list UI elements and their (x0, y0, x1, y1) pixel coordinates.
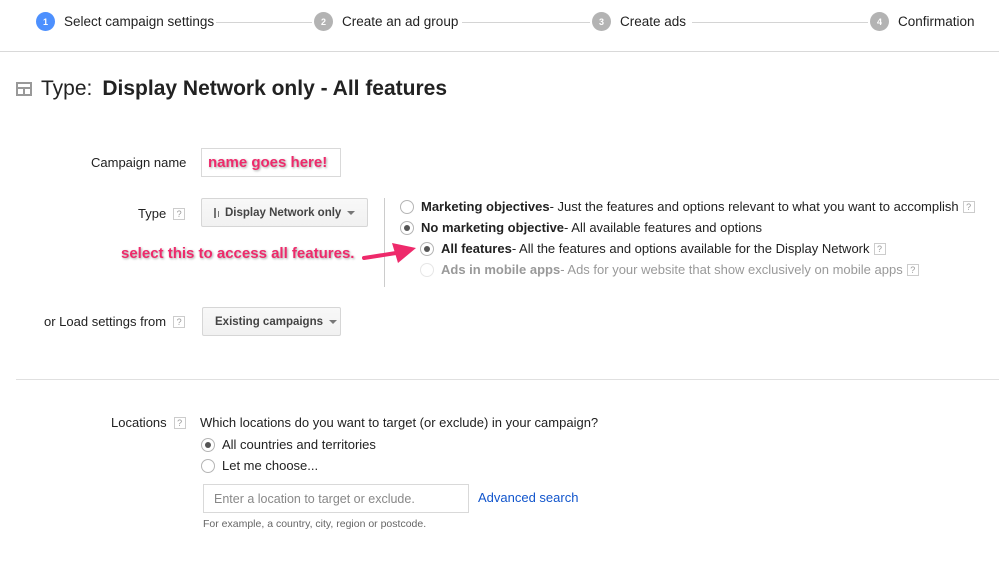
step-number-badge: 1 (36, 12, 55, 31)
help-icon[interactable]: ? (906, 263, 919, 276)
step-create-ads[interactable]: 3 Create ads (592, 12, 687, 31)
help-icon[interactable]: ? (173, 207, 186, 220)
step-label: Create ads (620, 14, 687, 29)
step-number-badge: 4 (870, 12, 889, 31)
radio-ads-in-mobile-apps[interactable]: Ads in mobile apps - Ads for your websit… (420, 262, 919, 277)
layout-icon (214, 207, 219, 218)
radio-button[interactable] (420, 262, 434, 277)
option-desc: - All the features and options available… (511, 241, 870, 256)
step-select-campaign-settings[interactable]: 1 Select campaign settings (36, 12, 215, 31)
locations-label: Locations ? (111, 415, 186, 430)
option-label: Let me choose... (222, 458, 319, 473)
annotation-arrow-icon (362, 243, 416, 263)
option-desc: - All available features and options (564, 220, 763, 235)
radio-all-features[interactable]: All features - All the features and opti… (420, 241, 886, 256)
radio-marketing-objectives[interactable]: Marketing objectives - Just the features… (400, 199, 975, 214)
option-label: All countries and territories (222, 437, 376, 452)
page-title: Type: Display Network only - All feature… (16, 77, 447, 101)
location-search-input[interactable] (203, 484, 469, 513)
campaign-name-label: Campaign name (91, 155, 186, 170)
help-icon[interactable]: ? (873, 242, 886, 255)
locations-label-text: Locations (111, 415, 167, 430)
step-confirmation[interactable]: 4 Confirmation (870, 12, 975, 31)
radio-button[interactable] (420, 241, 434, 256)
chevron-down-icon (329, 320, 338, 324)
type-dropdown-value: Display Network only (225, 206, 342, 219)
progress-stepper: 1 Select campaign settings 2 Create an a… (0, 0, 999, 52)
help-icon[interactable]: ? (173, 416, 186, 429)
option-title: No marketing objective (421, 220, 565, 235)
radio-all-countries[interactable]: All countries and territories (201, 437, 376, 452)
section-divider (16, 379, 999, 380)
help-icon[interactable]: ? (962, 200, 975, 213)
location-hint: For example, a country, city, region or … (203, 518, 427, 530)
radio-let-me-choose[interactable]: Let me choose... (201, 458, 318, 473)
radio-button[interactable] (400, 220, 414, 235)
step-number-badge: 2 (314, 12, 333, 31)
chevron-down-icon (347, 211, 356, 215)
type-label-text: Type (138, 206, 167, 221)
existing-campaigns-value: Existing campaigns (215, 315, 324, 328)
existing-campaigns-dropdown[interactable]: Existing campaigns (202, 307, 341, 336)
option-desc: - Just the features and options relevant… (549, 199, 959, 214)
campaign-name-label-text: Campaign name (91, 155, 187, 170)
step-number-badge: 3 (592, 12, 611, 31)
step-connector (216, 22, 312, 23)
type-label: Type ? (138, 206, 186, 221)
step-label: Confirmation (898, 14, 975, 29)
step-label: Create an ad group (342, 14, 459, 29)
campaign-name-input[interactable]: name goes here! (201, 148, 341, 177)
load-settings-label-text: or Load settings from (44, 314, 167, 329)
option-title: Ads in mobile apps (441, 262, 561, 277)
step-connector (692, 22, 868, 23)
radio-button[interactable] (201, 458, 215, 473)
locations-question-text: Which locations do you want to target (o… (200, 415, 599, 430)
radio-button[interactable] (400, 199, 414, 214)
step-create-ad-group[interactable]: 2 Create an ad group (314, 12, 459, 31)
layout-icon (16, 82, 32, 96)
option-desc: - Ads for your website that show exclusi… (560, 262, 903, 277)
type-dropdown[interactable]: Display Network only (201, 198, 368, 227)
radio-button[interactable] (201, 437, 215, 452)
annotation-text: select this to access all features. (121, 245, 355, 262)
title-prefix: Type: (41, 77, 93, 100)
step-connector (462, 22, 590, 23)
campaign-name-value: name goes here! (208, 154, 328, 171)
advanced-search-link[interactable]: Advanced search (478, 490, 578, 505)
load-settings-label: or Load settings from ? (44, 314, 186, 329)
help-icon[interactable]: ? (173, 315, 186, 328)
title-value: Display Network only - All features (102, 77, 448, 100)
option-title: All features (441, 241, 512, 256)
locations-question: Which locations do you want to target (o… (200, 415, 598, 430)
option-title: Marketing objectives (421, 199, 550, 214)
radio-no-marketing-objective[interactable]: No marketing objective - All available f… (400, 220, 762, 235)
step-label: Select campaign settings (64, 14, 215, 29)
